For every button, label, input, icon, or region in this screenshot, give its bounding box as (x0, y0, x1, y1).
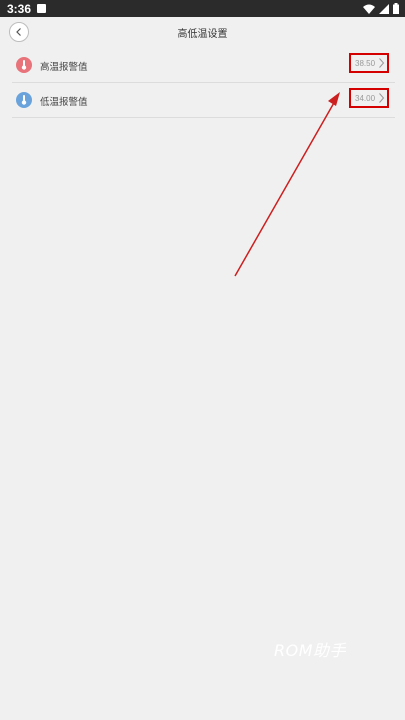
low-temp-alarm-row[interactable]: 低温报警值 34.00 (12, 83, 395, 118)
high-temp-alarm-value: 38.50 (355, 59, 376, 68)
battery-icon (393, 3, 399, 14)
thermometer-cold-icon (16, 92, 32, 108)
thermometer-hot-icon (16, 57, 32, 73)
status-time: 3:36 (7, 2, 32, 16)
page-title: 高低温设置 (177, 29, 228, 40)
settings-list: 高温报警值 38.50 低温报警值 34.00 (0, 48, 405, 118)
header: 高低温设置 (0, 17, 405, 47)
status-bar: 3:36 (0, 0, 405, 17)
low-temp-value-highlight[interactable]: 34.00 (349, 88, 389, 108)
chevron-right-icon (379, 93, 385, 103)
signal-icon (379, 3, 389, 14)
status-icons (363, 3, 399, 14)
high-temp-alarm-row[interactable]: 高温报警值 38.50 (12, 48, 395, 83)
watermark: ROM助手 (274, 641, 347, 660)
notification-icon (37, 4, 46, 13)
wifi-icon (363, 4, 375, 14)
low-temp-alarm-value: 34.00 (355, 94, 376, 103)
high-temp-alarm-label: 高温报警值 (40, 62, 88, 73)
chevron-right-icon (379, 58, 385, 68)
high-temp-value-highlight[interactable]: 38.50 (349, 53, 389, 73)
low-temp-alarm-label: 低温报警值 (40, 97, 88, 108)
